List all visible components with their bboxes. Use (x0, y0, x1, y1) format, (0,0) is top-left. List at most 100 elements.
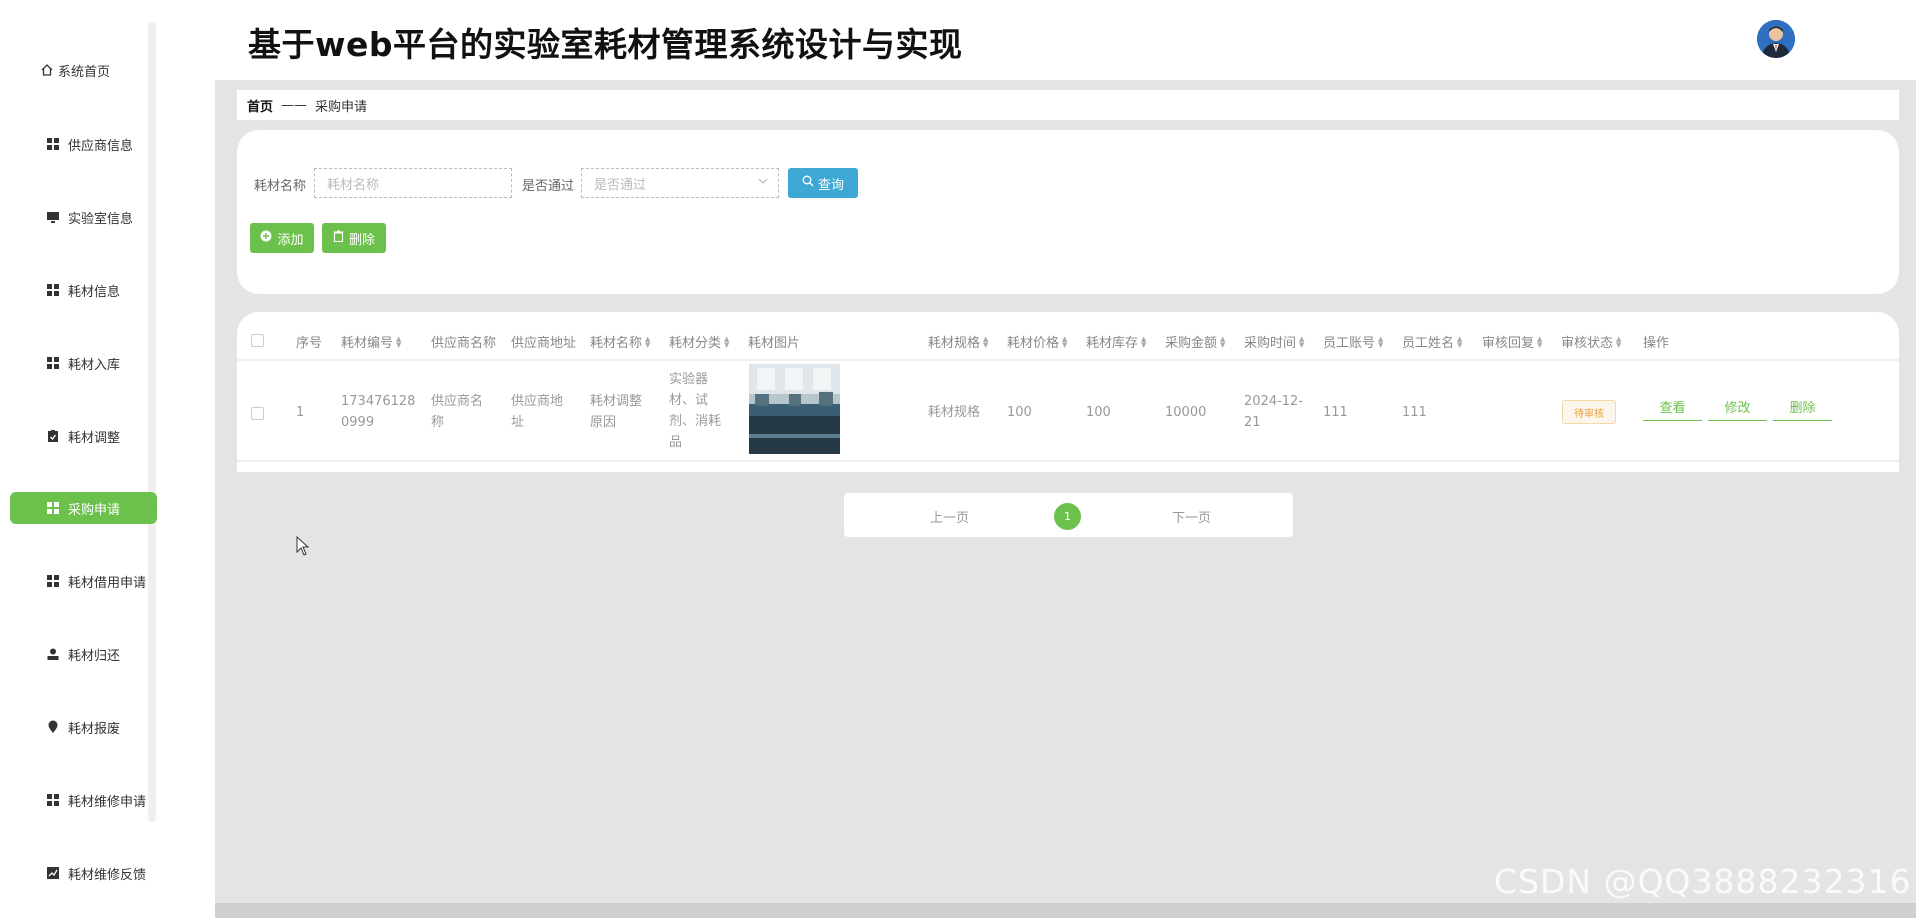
column-header-label: 操作 (1643, 336, 1670, 351)
mouse-cursor-icon (296, 535, 310, 560)
column-header-label: 序号 (296, 336, 323, 351)
sidebar-item-label: 耗材维修申请 (68, 794, 147, 810)
cell-stock: 100 (1086, 405, 1111, 420)
sidebar-item-label: 耗材归还 (68, 648, 121, 664)
sort-icon[interactable]: ▲ ▼ (1299, 335, 1304, 348)
sidebar-item-stock-in[interactable]: 耗材入库 (10, 347, 157, 379)
add-button-label: 添加 (277, 232, 304, 248)
sort-icon[interactable]: ▲ ▼ (645, 335, 650, 348)
cell-index: 1 (296, 405, 305, 420)
column-header-label: 采购金额 (1165, 336, 1218, 351)
breadcrumb-separator: —— (281, 97, 308, 113)
sidebar-item-adjust[interactable]: 耗材调整 (10, 420, 157, 452)
column-header-stock[interactable]: 耗材库存 ▲ ▼ (1086, 332, 1146, 351)
column-header-price[interactable]: 耗材价格 ▲ ▼ (1007, 332, 1067, 351)
pass-select[interactable]: 是否通过 (581, 168, 779, 198)
pass-placeholder: 是否通过 (594, 177, 647, 193)
column-header-label: 采购时间 (1244, 336, 1297, 351)
column-header-material-name[interactable]: 耗材名称 ▲ ▼ (590, 332, 650, 351)
data-table: 序号 耗材编号 ▲ ▼ 供应商名称 供应商地址 耗材名称 ▲ ▼ 耗材分类 ▲ ▼ 耗材图片… (237, 312, 1899, 472)
column-header-spec[interactable]: 耗材规格 ▲ ▼ (928, 332, 988, 351)
grid-icon (46, 137, 60, 151)
search-icon (802, 175, 814, 191)
sidebar-item-label: 耗材报废 (68, 721, 121, 737)
plus-circle-icon (260, 230, 272, 246)
column-header-supplier-address: 供应商地址 (511, 332, 576, 351)
sidebar-item-label: 耗材维修反馈 (68, 867, 147, 883)
header-divider (237, 359, 1899, 361)
row-checkbox[interactable] (251, 407, 264, 420)
sidebar-item-purchase[interactable]: 采购申请 (10, 492, 157, 524)
prev-page-button[interactable]: 上一页 (930, 507, 969, 526)
material-name-input[interactable]: 耗材名称 (314, 168, 512, 198)
sidebar-item-label: 耗材调整 (68, 430, 121, 446)
sidebar-item-suppliers[interactable]: 供应商信息 (10, 128, 157, 160)
delete-button[interactable]: 删除 (322, 223, 386, 253)
select-all-checkbox[interactable] (251, 334, 264, 347)
home-icon (40, 63, 54, 77)
sort-icon[interactable]: ▲ ▼ (1141, 335, 1146, 348)
sidebar-item-repair-request[interactable]: 耗材维修申请 (10, 784, 157, 816)
sort-icon[interactable]: ▲ ▼ (1378, 335, 1383, 348)
sort-icon[interactable]: ▲ ▼ (724, 335, 729, 348)
sidebar-item-return[interactable]: 耗材归还 (10, 638, 157, 670)
material-image[interactable] (749, 364, 840, 454)
column-header-time[interactable]: 采购时间 ▲ ▼ (1244, 332, 1304, 351)
sidebar-item-label: 耗材借用申请 (68, 575, 147, 591)
sidebar-item-label: 系统首页 (58, 64, 111, 80)
column-header-label: 供应商名称 (431, 336, 497, 351)
column-header-label: 审核回复 (1482, 336, 1535, 351)
column-header-emp-account[interactable]: 员工账号 ▲ ▼ (1323, 332, 1383, 351)
column-header-label: 耗材规格 (928, 336, 981, 351)
edit-button[interactable]: 修改 (1708, 392, 1767, 421)
trash-icon (333, 230, 344, 246)
grid-icon (46, 793, 60, 807)
horizontal-scrollbar[interactable] (215, 903, 1916, 918)
sidebar-item-label: 供应商信息 (68, 138, 134, 154)
breadcrumb-home[interactable]: 首页 (247, 96, 273, 115)
column-header-code[interactable]: 耗材编号 ▲ ▼ (341, 332, 401, 351)
add-button[interactable]: 添加 (250, 223, 314, 253)
sort-icon[interactable]: ▲ ▼ (1220, 335, 1225, 348)
avatar[interactable] (1757, 20, 1795, 58)
column-header-status[interactable]: 审核状态 ▲ ▼ (1561, 332, 1621, 351)
grid-icon (46, 283, 60, 297)
sort-icon[interactable]: ▲ ▼ (1062, 335, 1067, 348)
sidebar-item-label: 实验室信息 (68, 211, 134, 227)
column-header-label: 审核状态 (1561, 336, 1614, 351)
column-header-amount[interactable]: 采购金额 ▲ ▼ (1165, 332, 1225, 351)
next-page-button[interactable]: 下一页 (1172, 507, 1211, 526)
sidebar-item-scrap[interactable]: 耗材报废 (10, 711, 157, 743)
sort-icon[interactable]: ▲ ▼ (1537, 335, 1542, 348)
cell-category: 实验器 材、试 剂、消耗品 (669, 372, 722, 450)
sort-icon[interactable]: ▲ ▼ (983, 335, 988, 348)
sort-icon[interactable]: ▲ ▼ (1457, 335, 1462, 348)
view-button[interactable]: 查看 (1643, 392, 1702, 421)
sidebar: 系统首页 供应商信息 实验室信息 耗材信息 耗材入库 耗材调整 采购申请 耗材借… (0, 0, 215, 918)
row-delete-button[interactable]: 删除 (1773, 392, 1832, 421)
query-button[interactable]: 查询 (788, 168, 858, 198)
sidebar-item-borrow[interactable]: 耗材借用申请 (10, 565, 157, 597)
watermark: CSDN @QQ3888232316 (1494, 862, 1912, 901)
user-icon (46, 647, 60, 661)
page-number-1[interactable]: 1 (1054, 503, 1081, 530)
sidebar-item-home[interactable]: 系统首页 (10, 54, 157, 86)
sidebar-item-repair-feedback[interactable]: 耗材维修反馈 (10, 857, 157, 889)
sidebar-item-materials[interactable]: 耗材信息 (10, 274, 157, 306)
column-header-label: 耗材价格 (1007, 336, 1060, 351)
column-header-ops: 操作 (1643, 332, 1669, 351)
sidebar-item-labs[interactable]: 实验室信息 (10, 201, 157, 233)
column-header-reply[interactable]: 审核回复 ▲ ▼ (1482, 332, 1542, 351)
cell-code: 173476128 0999 (341, 394, 416, 430)
material-name-label: 耗材名称 (254, 179, 307, 194)
sort-icon[interactable]: ▲ ▼ (396, 335, 401, 348)
clipboard-icon (46, 429, 60, 443)
column-header-category[interactable]: 耗材分类 ▲ ▼ (669, 332, 729, 351)
grid-icon (46, 356, 60, 370)
column-header-emp-name[interactable]: 员工姓名 ▲ ▼ (1402, 332, 1462, 351)
pass-label: 是否通过 (522, 179, 575, 194)
cell-price: 100 (1007, 405, 1032, 420)
search-panel: 耗材名称 耗材名称 是否通过 是否通过 查询 添加 删除 (237, 130, 1899, 294)
sort-icon[interactable]: ▲ ▼ (1616, 335, 1621, 348)
column-header-image: 耗材图片 (748, 332, 800, 351)
